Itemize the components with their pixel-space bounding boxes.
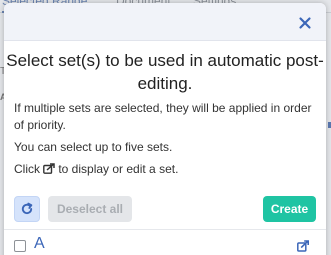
- info-limit-text: You can select up to five sets.: [14, 140, 173, 154]
- refresh-icon: [21, 202, 33, 215]
- info-edit-hint: Click to display or edit a set.: [14, 161, 314, 178]
- deselect-all-button[interactable]: Deselect all: [48, 196, 132, 222]
- set-list-item: A: [4, 230, 326, 255]
- info-edit-suffix: to display or edit a set.: [58, 162, 179, 176]
- dialog-header: [4, 3, 326, 41]
- create-button[interactable]: Create: [263, 196, 316, 222]
- external-edit-icon: [297, 240, 309, 252]
- close-icon: [299, 17, 311, 29]
- external-edit-icon: [43, 163, 56, 174]
- info-edit-prefix: Click: [14, 162, 40, 176]
- set-label[interactable]: A: [34, 235, 45, 253]
- post-editing-sets-dialog: Select set(s) to be used in automatic po…: [4, 3, 326, 255]
- edit-set-button[interactable]: [297, 239, 309, 252]
- dialog-actions: Deselect all Create: [4, 196, 326, 224]
- dialog-title: Select set(s) to be used in automatic po…: [6, 51, 324, 93]
- info-priority-text: If multiple sets are selected, they will…: [14, 101, 312, 132]
- set-checkbox[interactable]: [14, 240, 26, 252]
- dialog-info: If multiple sets are selected, they will…: [14, 100, 314, 183]
- close-button[interactable]: [298, 16, 312, 30]
- refresh-button[interactable]: [14, 196, 40, 222]
